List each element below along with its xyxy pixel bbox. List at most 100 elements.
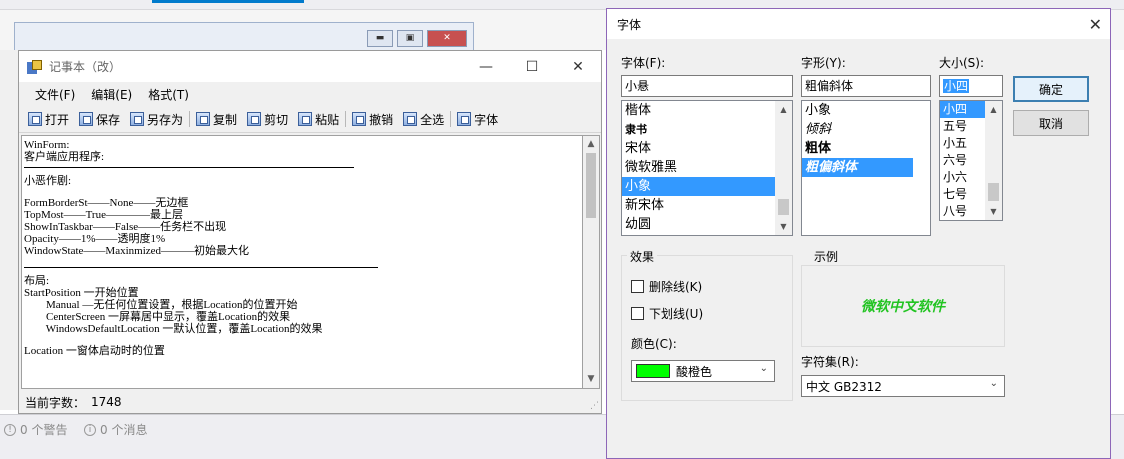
save-as-icon	[130, 112, 145, 126]
ide-left-panel	[0, 50, 18, 410]
messages-count: 0 个消息	[100, 423, 148, 437]
color-swatch	[636, 364, 670, 378]
resize-grip-icon[interactable]: ⋰	[590, 401, 599, 411]
style-list-item[interactable]: 小象	[802, 101, 930, 120]
underline-label: 下划线(U)	[649, 307, 704, 321]
warnings-filter[interactable]: ! 0 个警告	[4, 421, 67, 438]
scroll-up-icon[interactable]: ▲	[985, 101, 1002, 118]
cut-button[interactable]: 剪切	[242, 111, 293, 128]
strikeout-checkbox-box[interactable]	[631, 280, 644, 293]
text-line: Location 一窗体启动时的位置	[24, 345, 165, 357]
editor-scrollbar[interactable]: ▲ ▼	[583, 135, 600, 389]
cut-icon	[247, 112, 262, 126]
designer-minimize-button[interactable]: ▬	[367, 30, 393, 47]
sample-text: 微软中文软件	[861, 299, 945, 315]
size-list-scrollbar[interactable]: ▲ ▼	[985, 101, 1002, 220]
font-dialog-title-bar[interactable]: 字体 ✕	[607, 9, 1110, 39]
scroll-up-arrow-icon[interactable]: ▲	[583, 136, 599, 153]
save-button[interactable]: 保存	[74, 111, 125, 128]
font-style-label: 字形(Y):	[801, 56, 846, 70]
text-editor[interactable]: WinForm: 客户端应用程序: 小恶作剧: FormBorderSt——None—…	[21, 135, 583, 389]
menu-file[interactable]: 文件(F)	[27, 86, 83, 103]
messages-filter[interactable]: i 0 个消息	[84, 421, 147, 438]
font-family-input[interactable]: 小悬	[621, 75, 793, 97]
strikeout-label: 删除线(K)	[649, 280, 703, 294]
scroll-thumb[interactable]	[778, 199, 789, 215]
scroll-down-icon[interactable]: ▼	[985, 203, 1002, 220]
size-list-item-selected[interactable]: 小四	[940, 101, 985, 118]
scroll-thumb[interactable]	[586, 153, 596, 218]
paste-label: 粘贴	[315, 112, 340, 127]
toolbar-separator	[450, 111, 452, 127]
menu-bar: 文件(F) 编辑(E) 格式(T)	[19, 82, 601, 106]
info-icon: i	[84, 423, 96, 436]
dialog-close-icon[interactable]: ✕	[1089, 15, 1102, 34]
select-all-button[interactable]: 全选	[398, 111, 449, 128]
underline-checkbox-box[interactable]	[631, 307, 644, 320]
text-line: 布局:	[24, 275, 50, 287]
select-all-label: 全选	[420, 112, 445, 127]
text-line: Manual —无任何位置设置，根据Location的位置开始	[24, 299, 298, 311]
font-family-list[interactable]: 楷体 隶书 宋体 微软雅黑 小象 新宋体 幼圆 ▲ ▼	[621, 100, 793, 236]
font-list-item[interactable]: 隶书	[622, 120, 792, 139]
color-select[interactable]: 酸橙色 ⌄	[631, 360, 775, 382]
copy-button[interactable]: 复制	[191, 111, 242, 128]
close-button[interactable]: ✕	[555, 51, 601, 82]
notepad-title-bar[interactable]: 记事本（改） — ☐ ✕	[19, 51, 601, 82]
save-as-button[interactable]: 另存为	[125, 111, 188, 128]
scroll-down-arrow-icon[interactable]: ▼	[583, 371, 599, 388]
font-list-item[interactable]: 宋体	[622, 139, 792, 158]
cancel-button[interactable]: 取消	[1013, 110, 1089, 136]
font-list-scrollbar[interactable]: ▲ ▼	[775, 101, 792, 235]
scroll-up-icon[interactable]: ▲	[775, 101, 792, 118]
font-button[interactable]: 字体	[452, 111, 503, 128]
warning-icon: !	[4, 423, 16, 436]
copy-icon	[196, 112, 211, 126]
menu-edit[interactable]: 编辑(E)	[83, 86, 140, 103]
text-line: WinForm:	[24, 139, 70, 151]
ok-button[interactable]: 确定	[1013, 76, 1089, 102]
underline-checkbox[interactable]: 下划线(U)	[631, 305, 703, 322]
font-icon	[457, 112, 472, 126]
font-size-label: 大小(S):	[939, 56, 985, 70]
scroll-thumb[interactable]	[988, 183, 999, 201]
designer-maximize-button[interactable]: ▣	[397, 30, 423, 47]
font-style-input[interactable]: 粗偏斜体	[801, 75, 931, 97]
font-size-input-value: 小四	[943, 79, 970, 93]
color-select-value: 酸橙色	[676, 364, 713, 379]
font-label: 字体	[474, 112, 499, 127]
style-list-item[interactable]: 粗体	[802, 139, 930, 158]
open-button[interactable]: 打开	[23, 111, 74, 128]
style-list-item[interactable]: 倾斜	[802, 120, 930, 139]
font-list-item[interactable]: 楷体	[622, 101, 792, 120]
font-list-item[interactable]: 新宋体	[622, 196, 792, 215]
style-list-item-selected[interactable]: 粗偏斜体	[802, 158, 913, 177]
paste-button[interactable]: 粘贴	[293, 111, 344, 128]
undo-button[interactable]: 撤销	[347, 111, 398, 128]
font-list-item-selected[interactable]: 小象	[622, 177, 792, 196]
designer-caption-buttons: ▬ ▣ ✕	[367, 30, 467, 47]
charset-select[interactable]: 中文 GB2312 ⌄	[801, 375, 1005, 397]
undo-icon	[352, 112, 367, 126]
scroll-down-icon[interactable]: ▼	[775, 218, 792, 235]
notepad-app-icon	[27, 59, 43, 74]
font-size-input[interactable]: 小四	[939, 75, 1003, 97]
text-line: ShowInTaskbar——False——任务栏不出现	[24, 221, 227, 233]
text-line: CenterScreen 一屏幕居中显示，覆盖Location的效果	[24, 311, 291, 323]
font-size-list[interactable]: 小四 五号 小五 六号 小六 七号 八号 ▲ ▼	[939, 100, 1003, 221]
font-style-list[interactable]: 小象 倾斜 粗体 粗偏斜体	[801, 100, 931, 236]
sample-preview: 微软中文软件	[801, 265, 1005, 347]
font-list-item[interactable]: 微软雅黑	[622, 158, 792, 177]
strikeout-checkbox[interactable]: 删除线(K)	[631, 278, 702, 295]
toolbar-separator	[189, 111, 191, 127]
menu-format[interactable]: 格式(T)	[140, 86, 197, 103]
minimize-button[interactable]: —	[463, 51, 509, 82]
designer-close-button[interactable]: ✕	[427, 30, 467, 47]
font-list-item[interactable]: 幼圆	[622, 215, 792, 234]
text-line: StartPosition 一开始位置	[24, 287, 139, 299]
active-tab-indicator	[152, 0, 304, 3]
color-label: 颜色(C):	[631, 337, 677, 351]
maximize-button[interactable]: ☐	[509, 51, 555, 82]
save-label: 保存	[96, 112, 121, 127]
notepad-window: 记事本（改） — ☐ ✕ 文件(F) 编辑(E) 格式(T) 打开 保存 另存为…	[18, 50, 602, 414]
